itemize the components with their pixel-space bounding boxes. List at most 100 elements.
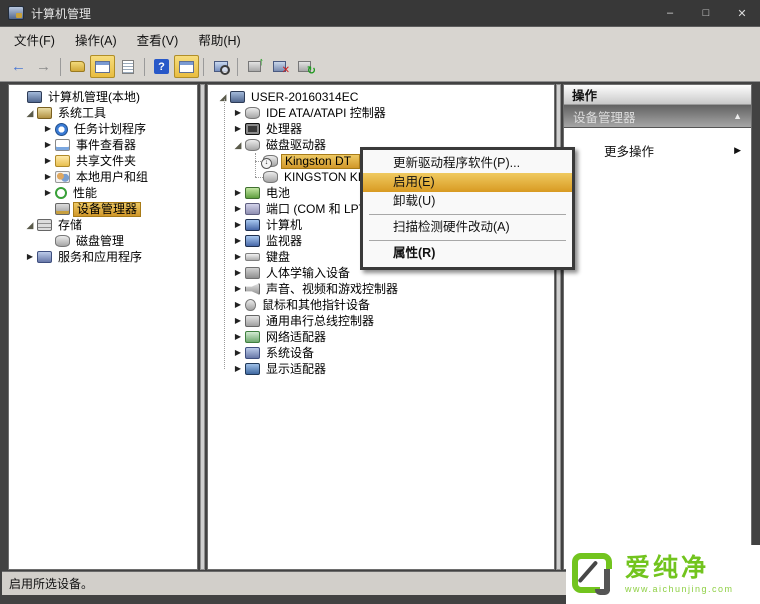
pane-splitter[interactable] — [200, 84, 205, 570]
tree-connector-line — [255, 153, 256, 177]
tree-item-label: 共享文件夹 — [73, 154, 139, 169]
context-menu-properties[interactable]: 属性(R) — [363, 244, 572, 263]
help-button[interactable]: ? — [149, 55, 174, 78]
device-item-ide-controllers[interactable]: ▶ IDE ATA/ATAPI 控制器 — [208, 105, 554, 121]
collapsed-icon[interactable]: ▶ — [41, 137, 55, 153]
device-item-usb-controllers[interactable]: ▶ 通用串行总线控制器 — [208, 313, 554, 329]
tree-item-local-users-groups[interactable]: ▶ 本地用户和组 — [9, 169, 197, 185]
collapse-section-icon[interactable]: ▲ — [733, 111, 742, 121]
action-pane-section[interactable]: 设备管理器 ▲ — [564, 105, 751, 128]
collapsed-icon[interactable]: ▶ — [23, 249, 37, 265]
scan-hardware-button[interactable] — [292, 55, 317, 78]
tree-item-device-manager[interactable]: 设备管理器 — [9, 201, 197, 217]
tree-item-label: 性能 — [70, 186, 100, 201]
minimize-button[interactable]: – — [652, 2, 688, 24]
collapsed-icon[interactable]: ▶ — [41, 153, 55, 169]
tree-item-event-viewer[interactable]: ▶ 事件查看器 — [9, 137, 197, 153]
tools-icon — [37, 107, 52, 119]
tree-item-system-tools[interactable]: ◢ 系统工具 — [9, 105, 197, 121]
tree-item-disk-management[interactable]: 磁盘管理 — [9, 233, 197, 249]
expanded-icon[interactable]: ◢ — [23, 105, 37, 121]
storage-icon — [37, 219, 52, 231]
find-computer-button[interactable] — [208, 55, 233, 78]
collapsed-icon[interactable]: ▶ — [231, 185, 245, 201]
collapsed-icon[interactable]: ▶ — [231, 329, 245, 345]
close-button[interactable]: ✕ — [724, 2, 760, 24]
collapsed-icon[interactable]: ▶ — [231, 297, 245, 313]
context-menu-update-driver[interactable]: 更新驱动程序软件(P)... — [363, 154, 572, 173]
menu-help[interactable]: 帮助(H) — [188, 27, 250, 52]
computer-management-window: 计算机管理 – □ ✕ 文件(F) 操作(A) 查看(V) 帮助(H) ← → … — [0, 0, 760, 604]
tree-item-label-selected: 设备管理器 — [73, 202, 141, 217]
tree-item-computer-management[interactable]: 计算机管理(本地) — [9, 89, 197, 105]
clock-icon — [55, 123, 68, 136]
usb-icon — [245, 315, 260, 327]
device-item-system-devices[interactable]: ▶ 系统设备 — [208, 345, 554, 361]
tree-connector-line — [224, 99, 225, 369]
collapsed-icon[interactable]: ▶ — [231, 361, 245, 377]
forward-icon: → — [36, 59, 51, 74]
show-action-pane-button[interactable] — [174, 55, 199, 78]
tree-item-storage[interactable]: ◢ 存储 — [9, 217, 197, 233]
menu-view[interactable]: 查看(V) — [127, 27, 189, 52]
console-tree-icon — [95, 61, 110, 73]
context-menu-uninstall[interactable]: 卸载(U) — [363, 192, 572, 211]
folder-button[interactable] — [65, 55, 90, 78]
menu-file[interactable]: 文件(F) — [4, 27, 65, 52]
show-console-tree-button[interactable] — [90, 55, 115, 78]
more-actions-label: 更多操作 — [604, 141, 654, 160]
tree-item-task-scheduler[interactable]: ▶ 任务计划程序 — [9, 121, 197, 137]
context-menu-enable[interactable]: 启用(E) — [363, 173, 572, 192]
menubar: 文件(F) 操作(A) 查看(V) 帮助(H) — [0, 26, 760, 52]
expanded-icon[interactable]: ◢ — [216, 89, 230, 105]
context-menu-scan-changes[interactable]: 扫描检测硬件改动(A) — [363, 218, 572, 237]
device-item-label-selected: Kingston DT — [281, 154, 360, 169]
collapsed-icon[interactable]: ▶ — [231, 233, 245, 249]
watermark-brand: 爱纯净 — [625, 555, 734, 581]
collapsed-icon[interactable]: ▶ — [41, 121, 55, 137]
tree-item-shared-folders[interactable]: ▶ 共享文件夹 — [9, 153, 197, 169]
device-item-sound-video-game[interactable]: ▶ 声音、视频和游戏控制器 — [208, 281, 554, 297]
expanded-icon[interactable]: ◢ — [23, 217, 37, 233]
device-item-label: 处理器 — [263, 122, 305, 137]
help-icon: ? — [154, 59, 169, 74]
collapsed-icon[interactable]: ▶ — [231, 105, 245, 121]
collapsed-icon[interactable]: ▶ — [231, 281, 245, 297]
collapsed-icon[interactable]: ▶ — [41, 169, 55, 185]
device-item-label: 端口 (COM 和 LPT) — [263, 202, 373, 217]
toolbar-separator — [144, 58, 145, 76]
collapsed-icon[interactable]: ▶ — [231, 265, 245, 281]
device-item-label: 人体学输入设备 — [263, 266, 353, 281]
tree-item-services-applications[interactable]: ▶ 服务和应用程序 — [9, 249, 197, 265]
keyboard-icon — [245, 253, 260, 261]
tree-item-performance[interactable]: ▶ 性能 — [9, 185, 197, 201]
device-item-mice[interactable]: ▶ 鼠标和其他指针设备 — [208, 297, 554, 313]
context-menu: 更新驱动程序软件(P)... 启用(E) 卸载(U) 扫描检测硬件改动(A) 属… — [360, 147, 575, 270]
collapsed-icon[interactable]: ▶ — [231, 249, 245, 265]
uninstall-button[interactable] — [267, 55, 292, 78]
device-item-network-adapters[interactable]: ▶ 网络适配器 — [208, 329, 554, 345]
device-item-display-adapters[interactable]: ▶ 显示适配器 — [208, 361, 554, 377]
forward-button[interactable]: → — [31, 55, 56, 78]
services-icon — [37, 251, 52, 263]
device-item-label: USER-20160314EC — [248, 90, 361, 105]
back-button[interactable]: ← — [6, 55, 31, 78]
device-item-label: IDE ATA/ATAPI 控制器 — [263, 106, 389, 121]
menu-separator — [369, 240, 566, 241]
device-item-label: 系统设备 — [263, 346, 317, 361]
collapsed-icon[interactable]: ▶ — [231, 217, 245, 233]
expanded-icon[interactable]: ◢ — [231, 137, 245, 153]
update-driver-button[interactable] — [242, 55, 267, 78]
collapsed-icon[interactable]: ▶ — [231, 313, 245, 329]
device-item-computer-root[interactable]: ◢ USER-20160314EC — [208, 89, 554, 105]
collapsed-icon[interactable]: ▶ — [231, 201, 245, 217]
maximize-button[interactable]: □ — [688, 2, 724, 24]
collapsed-icon[interactable]: ▶ — [41, 185, 55, 201]
device-item-label: 监视器 — [263, 234, 305, 249]
menu-action[interactable]: 操作(A) — [65, 27, 127, 52]
collapsed-icon[interactable]: ▶ — [231, 345, 245, 361]
collapsed-icon[interactable]: ▶ — [231, 121, 245, 137]
device-item-processors[interactable]: ▶ 处理器 — [208, 121, 554, 137]
more-actions-item[interactable]: 更多操作 ▶ — [564, 128, 751, 160]
export-list-button[interactable] — [115, 55, 140, 78]
